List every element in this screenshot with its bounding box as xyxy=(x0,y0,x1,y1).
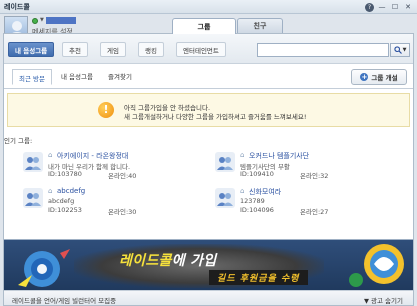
group-icon xyxy=(215,152,235,172)
title-bar: 레이드콜 ? — ☐ ✕ xyxy=(0,0,417,14)
group-icon xyxy=(215,188,235,208)
tab-groups[interactable]: 그룹 xyxy=(172,18,236,34)
notice-line-2: 새 그룹개설하거나 다양한 그룹을 가입하셔고 즐거움를 느껴보세요! xyxy=(124,113,307,121)
sub-navigation: 내 음성그룹 추천 게임 랭킹 엔터테인먼트 ▼ xyxy=(4,34,413,64)
create-group-button[interactable]: + 그룹 개설 xyxy=(351,69,407,85)
banner-headline-rest: 에 가입 xyxy=(171,253,217,269)
search-icon xyxy=(393,46,402,54)
group-description: abcdefg xyxy=(48,197,75,205)
group-name[interactable]: 오커드나 템플기사단 xyxy=(249,151,309,161)
footer-recruit-link[interactable]: 레이드콜을 언어/게임 빌런터어 모집중 xyxy=(12,295,116,305)
banner-headline: 레이드콜에 가입 xyxy=(119,250,216,270)
tab-recent-visits[interactable]: 최근 방문 xyxy=(12,69,52,85)
group-badge-icon: ⌂ xyxy=(48,151,53,159)
subnav-ranking[interactable]: 랭킹 xyxy=(138,42,164,57)
online-status-icon[interactable] xyxy=(32,18,38,24)
group-card[interactable]: ⌂ 오커드나 템플기사단 템플기사단의 부활 ID:109410 온라인:32 xyxy=(214,151,374,191)
warning-icon: ! xyxy=(98,102,114,118)
group-icon xyxy=(23,152,43,172)
group-tabs: 최근 방문 내 음성그룹 즐겨찾기 + 그룹 개설 xyxy=(4,65,413,89)
group-badge-icon: ⌂ xyxy=(240,151,245,159)
group-name[interactable]: abcdefg xyxy=(57,187,85,195)
group-online-count: 온라인:27 xyxy=(300,208,329,216)
main-panel: 내 음성그룹 추천 게임 랭킹 엔터테인먼트 ▼ 최근 방문 내 음성그룹 즐겨… xyxy=(3,33,414,306)
banner-logo-art xyxy=(349,244,404,287)
window-controls: ? — ☐ ✕ xyxy=(365,2,413,12)
group-id: ID:104096 xyxy=(240,206,274,214)
tab-favorites[interactable]: 즐겨찾기 xyxy=(108,71,132,81)
group-icon xyxy=(23,188,43,208)
group-card[interactable]: ⌂ 아키에이지 - 라온왕정대 내가 마닌 우리가 함께 합니다. ID:103… xyxy=(22,151,182,191)
group-online-count: 온라인:40 xyxy=(108,172,137,180)
hide-ad-button[interactable]: ▼ 광고 숨기기 xyxy=(364,295,403,305)
popular-groups-label: 인기 그룹: xyxy=(4,137,33,145)
subnav-entertainment[interactable]: 엔터테인먼트 xyxy=(176,42,226,57)
app-title: 레이드콜 xyxy=(4,3,30,11)
group-description: 123789 xyxy=(240,197,265,205)
group-online-count: 온라인:30 xyxy=(108,208,137,216)
nickname-field[interactable] xyxy=(46,17,76,24)
minimize-button[interactable]: — xyxy=(377,2,387,12)
group-name[interactable]: 아키에이지 - 라온왕정대 xyxy=(57,151,128,161)
group-id: ID:103780 xyxy=(48,170,82,178)
group-badge-icon: ⌂ xyxy=(48,187,53,195)
banner-brand: 레이드콜 xyxy=(119,253,172,269)
group-id: ID:102253 xyxy=(48,206,82,214)
search-button[interactable]: ▼ xyxy=(390,43,410,57)
help-icon[interactable]: ? xyxy=(365,3,374,12)
status-dropdown-icon[interactable]: ▼ xyxy=(40,17,44,23)
tab-my-voice-groups[interactable]: 내 음성그룹 xyxy=(61,71,93,81)
subnav-my-voice-groups[interactable]: 내 음성그룹 xyxy=(8,42,55,57)
ad-banner[interactable]: 레이드콜에 가입 길드 후원금을 수령 xyxy=(4,239,413,290)
maximize-button[interactable]: ☐ xyxy=(390,2,400,12)
notice-box: ! 아직 그룹가입을 안 하셨습니다. 새 그룹개설하거나 다양한 그룹을 가입… xyxy=(7,93,410,127)
tab-divider xyxy=(4,88,413,89)
chevron-down-icon: ▼ xyxy=(402,47,407,53)
group-card[interactable]: ⌂ 신화모여라 123789 ID:104096 온라인:27 xyxy=(214,187,374,227)
group-badge-icon: ⌂ xyxy=(240,187,245,195)
plus-circle-icon: + xyxy=(360,73,369,81)
group-name[interactable]: 신화모여라 xyxy=(249,187,281,197)
footer-bar: 레이드콜을 언어/게임 빌런터어 모집중 ▼ 광고 숨기기 xyxy=(4,290,413,305)
create-group-label: 그룹 개설 xyxy=(371,74,398,82)
banner-subline: 길드 후원금을 수령 xyxy=(209,270,308,285)
tab-friends[interactable]: 친구 xyxy=(237,18,283,33)
subnav-recommend[interactable]: 추천 xyxy=(62,42,88,57)
subnav-games[interactable]: 게임 xyxy=(100,42,126,57)
group-online-count: 온라인:32 xyxy=(300,172,329,180)
group-card[interactable]: ⌂ abcdefg abcdefg ID:102253 온라인:30 xyxy=(22,187,182,227)
search-input[interactable] xyxy=(257,43,389,57)
close-button[interactable]: ✕ xyxy=(403,2,413,12)
group-id: ID:109410 xyxy=(240,170,274,178)
banner-character-art xyxy=(18,249,70,287)
